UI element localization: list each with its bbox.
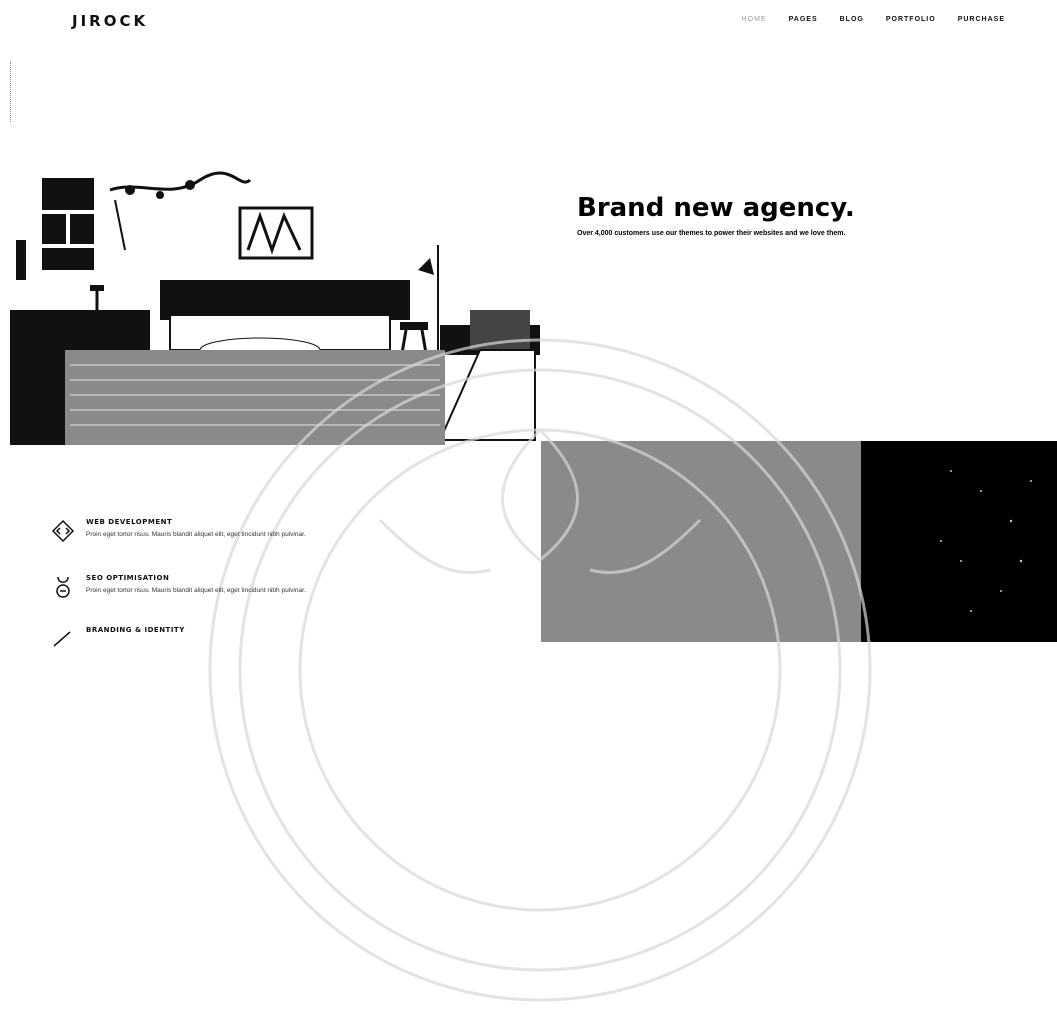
pen-icon — [53, 631, 71, 647]
nav-portfolio[interactable]: PORTFOLIO — [886, 16, 936, 23]
service-title: BRANDING & IDENTITY — [86, 626, 185, 634]
scroll-marker — [10, 62, 13, 122]
watermark-seal-icon — [208, 338, 872, 1002]
black-feature-block — [861, 441, 1057, 642]
nav-pages[interactable]: PAGES — [789, 16, 818, 23]
nav-blog[interactable]: BLOG — [840, 16, 864, 23]
service-desc: Proin eget tortor risus. Mauris blandit … — [86, 531, 306, 538]
code-icon — [51, 519, 75, 543]
service-seo-optimisation: SEO OPTIMISATION Proin eget tortor risus… — [50, 574, 306, 600]
hero-subtitle: Over 4,000 customers use our themes to p… — [577, 230, 846, 237]
rocket-icon — [56, 576, 70, 598]
nav-purchase[interactable]: PURCHASE — [958, 16, 1005, 23]
service-branding-identity: BRANDING & IDENTITY — [50, 626, 185, 652]
logo[interactable]: JIROCK — [72, 12, 148, 30]
hero-title: Brand new agency. — [577, 193, 855, 223]
service-title: SEO OPTIMISATION — [86, 574, 170, 582]
service-desc: Proin eget tortor risus. Mauris blandit … — [86, 587, 306, 594]
main-nav: HOME PAGES BLOG PORTFOLIO PURCHASE — [742, 16, 1005, 23]
service-title: WEB DEVELOPMENT — [86, 518, 173, 526]
nav-home[interactable]: HOME — [742, 16, 767, 23]
service-web-development: WEB DEVELOPMENT Proin eget tortor risus.… — [50, 518, 306, 544]
